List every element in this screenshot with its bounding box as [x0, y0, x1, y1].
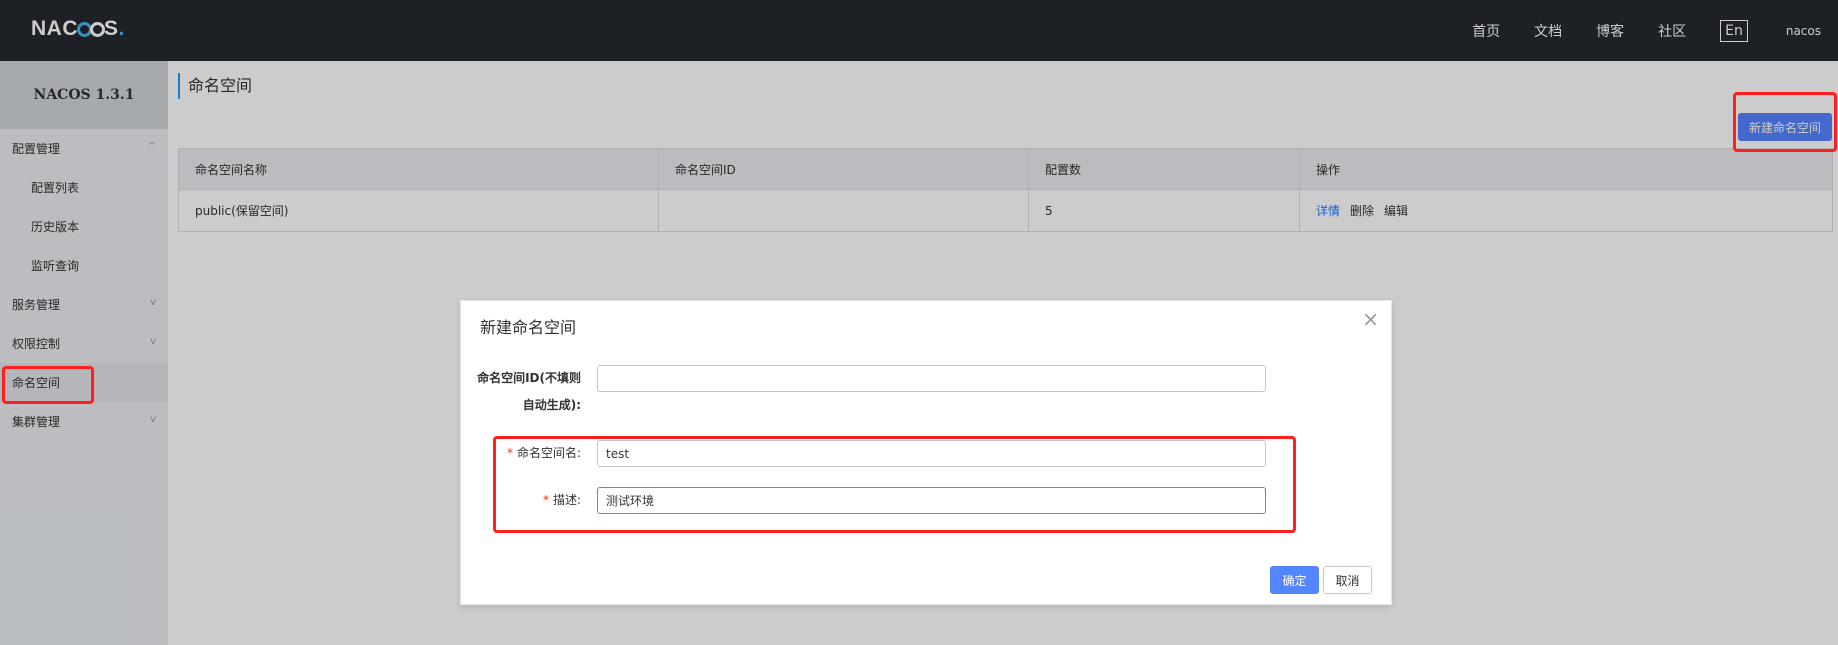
- description-label: * 描述:: [543, 487, 581, 514]
- namespace-id-label: 命名空间ID(不填则自动生成):: [477, 371, 581, 412]
- label-text: 描述:: [552, 493, 581, 507]
- description-input[interactable]: [597, 487, 1266, 514]
- required-mark: *: [506, 446, 513, 460]
- dialog-title: 新建命名空间: [480, 318, 577, 337]
- dialog-footer: 确定 取消: [1270, 566, 1372, 594]
- namespace-name-label: * 命名空间名:: [507, 440, 581, 467]
- cancel-button[interactable]: 取消: [1323, 566, 1372, 594]
- label-text: 命名空间名:: [516, 446, 581, 460]
- required-mark: *: [542, 493, 549, 507]
- namespace-name-input[interactable]: [597, 440, 1266, 467]
- namespace-name-row: * 命名空间名:: [461, 440, 1393, 467]
- new-namespace-dialog: 新建命名空间 × 命名空间ID(不填则自动生成): *命名空间名: *描述: 确…: [460, 300, 1392, 605]
- confirm-button[interactable]: 确定: [1270, 566, 1319, 594]
- namespace-id-input[interactable]: [597, 365, 1266, 392]
- description-row: * 描述:: [461, 487, 1393, 514]
- namespace-id-row: 命名空间ID(不填则自动生成):: [461, 365, 1393, 421]
- close-icon[interactable]: ×: [1362, 309, 1379, 329]
